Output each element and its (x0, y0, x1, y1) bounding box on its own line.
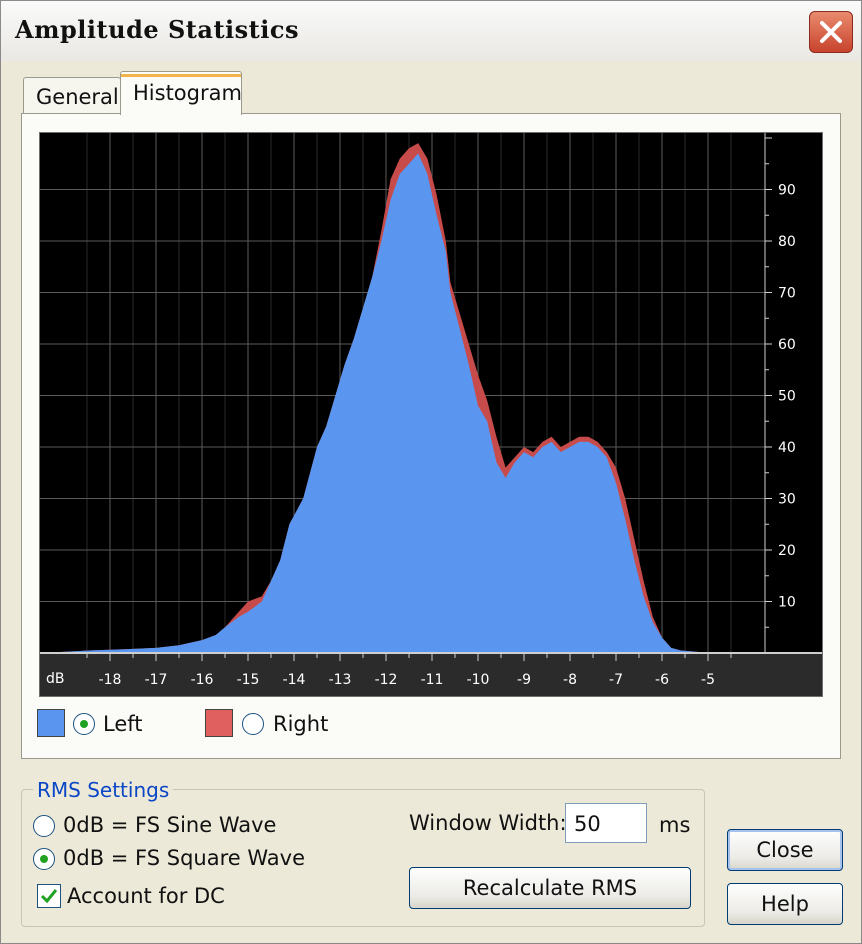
y-tick-label: 50 (778, 389, 796, 405)
left-channel-label: Left (103, 712, 143, 736)
window-width-unit: ms (659, 813, 691, 837)
left-color-swatch[interactable] (37, 709, 65, 737)
y-tick-label: 10 (778, 595, 796, 611)
y-tick-label: 60 (778, 337, 796, 353)
window-width-label: Window Width: (409, 811, 567, 835)
left-channel-area (41, 153, 731, 653)
right-channel-label: Right (273, 712, 329, 736)
tab-histogram[interactable]: Histogram (120, 71, 242, 115)
y-tick-label: 40 (778, 440, 796, 456)
square-wave-radio[interactable] (33, 848, 55, 870)
account-for-dc-checkbox[interactable] (37, 884, 61, 908)
x-tick-label: -16 (191, 672, 214, 688)
sine-wave-radio[interactable] (33, 815, 55, 837)
x-tick-label: -9 (517, 672, 531, 688)
y-tick-label: 30 (778, 492, 796, 508)
y-axis: 10 20 30 40 50 60 70 80 90 (764, 133, 796, 654)
y-tick-label: 20 (778, 543, 796, 559)
left-channel-radio[interactable] (73, 713, 95, 735)
y-tick-label: 70 (778, 286, 796, 302)
close-button[interactable]: Close (727, 829, 843, 871)
close-icon (820, 21, 842, 43)
x-tick-label: -5 (701, 672, 715, 688)
x-tick-label: -11 (421, 672, 444, 688)
x-tick-label: -15 (237, 672, 260, 688)
tab-general[interactable]: General (23, 77, 121, 115)
amplitude-statistics-dialog: Amplitude Statistics General Histogram d… (0, 0, 862, 944)
x-tick-label: -17 (145, 672, 168, 688)
y-tick-label: 80 (778, 234, 796, 250)
x-tick-label: -14 (283, 672, 306, 688)
x-axis-unit-label: dB (46, 671, 65, 687)
x-tick-label: -12 (375, 672, 398, 688)
title-bar[interactable]: Amplitude Statistics (1, 1, 861, 61)
window-width-input[interactable]: 50 (565, 803, 647, 843)
x-tick-label: -7 (609, 672, 623, 688)
window-title: Amplitude Statistics (15, 15, 299, 44)
x-tick-label: -18 (99, 672, 122, 688)
x-tick-label: -10 (467, 672, 490, 688)
x-tick-label: -13 (329, 672, 352, 688)
recalculate-rms-button[interactable]: Recalculate RMS (409, 867, 691, 909)
square-wave-label: 0dB = FS Square Wave (63, 846, 306, 870)
sine-wave-label: 0dB = FS Sine Wave (63, 813, 277, 837)
x-axis: dB -18 -17 -16 -15 -14 -13 -12 -11 -10 -9 -8 -7 -6 -5 (40, 652, 822, 696)
y-tick-label: 90 (778, 183, 796, 199)
x-tick-label: -6 (655, 672, 669, 688)
checkmark-icon (40, 889, 58, 904)
right-color-swatch[interactable] (205, 709, 233, 737)
x-tick-label: -8 (563, 672, 577, 688)
help-button[interactable]: Help (727, 883, 843, 925)
histogram-chart: dB -18 -17 -16 -15 -14 -13 -12 -11 -10 -9 -8 -7 -6 -5 … (40, 133, 822, 696)
account-for-dc-label: Account for DC (67, 884, 225, 908)
right-channel-radio[interactable] (242, 713, 264, 735)
rms-settings-title: RMS Settings (33, 778, 174, 802)
close-window-button[interactable] (809, 11, 853, 53)
